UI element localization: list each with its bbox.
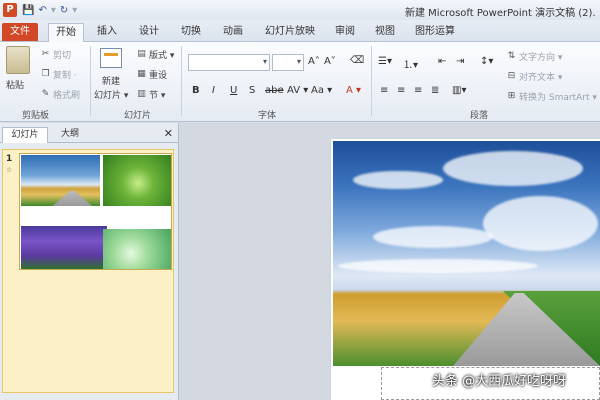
paste-icon[interactable] <box>6 46 30 74</box>
tab-view[interactable]: 视图 <box>370 23 400 42</box>
title-bar: P 💾 ↶ ▾ ↻ ▾ 新建 Microsoft PowerPoint 演示文稿… <box>0 0 600 20</box>
tab-home[interactable]: 开始 <box>48 23 84 43</box>
align-text-icon: ⊟ <box>507 71 516 81</box>
clipboard-group-label: 剪贴板 <box>22 111 50 121</box>
chevron-down-icon: ▾ <box>296 57 301 66</box>
shrink-font-button[interactable]: A˅ <box>324 56 336 67</box>
tab-file[interactable]: 文件 <box>2 23 38 41</box>
strikethrough-button[interactable]: abe <box>265 85 284 96</box>
chevron-down-icon: ▾ <box>262 57 267 66</box>
change-case-button[interactable]: Aa ▾ <box>311 85 332 96</box>
cloud-shape <box>338 259 538 273</box>
group-divider <box>90 46 91 116</box>
justify-icon[interactable]: ≣ <box>431 85 439 96</box>
bold-button[interactable]: B <box>192 85 200 96</box>
cloud-shape <box>483 196 598 251</box>
underline-button[interactable]: U <box>230 85 237 96</box>
grow-font-button[interactable]: A˄ <box>308 56 320 67</box>
ribbon-tabs: 文件 开始 插入 设计 切换 动画 幻灯片放映 审阅 视图 图形运算 <box>0 20 600 43</box>
tab-transitions[interactable]: 切换 <box>176 23 206 42</box>
watermark-text: 头条 @大西瓜好吃呀呀 <box>432 374 567 389</box>
layout-button[interactable]: ▤ 版式 ▾ <box>136 48 174 61</box>
group-divider <box>371 46 372 116</box>
cloud-shape <box>443 151 583 186</box>
smartart-icon: ⊞ <box>507 91 516 101</box>
group-divider <box>181 46 182 116</box>
quick-access-toolbar: 💾 ↶ ▾ ↻ ▾ <box>22 5 77 16</box>
road-image-thumb <box>21 155 100 206</box>
cloud-shape <box>353 171 443 189</box>
line-spacing-icon[interactable]: ↕▾ <box>480 56 493 67</box>
layout-icon: ▤ <box>137 49 146 59</box>
cloud-shape <box>373 226 493 248</box>
undo-icon[interactable]: ↶ <box>38 5 46 16</box>
section-icon: ▥ <box>137 89 146 99</box>
save-icon[interactable]: 💾 <box>22 5 34 16</box>
star-icon: ☆ <box>6 166 13 174</box>
font-size-combo[interactable]: ▾ <box>272 54 304 71</box>
shadow-button[interactable]: S <box>249 85 255 96</box>
slide-number: 1 <box>6 154 13 164</box>
bullets-icon[interactable]: ☰▾ <box>378 56 392 67</box>
text-direction-button[interactable]: ⇅ 文字方向 ▾ <box>506 50 563 63</box>
lavender-image-thumb <box>21 226 107 269</box>
increase-indent-icon[interactable]: ⇥ <box>456 56 464 67</box>
align-right-icon[interactable]: ≡ <box>414 85 422 96</box>
slide-thumbnail[interactable] <box>19 153 172 270</box>
copy-button[interactable]: ❐ 复制 · <box>40 68 76 81</box>
tab-design[interactable]: 设计 <box>134 23 164 42</box>
align-center-icon[interactable]: ≡ <box>397 85 405 96</box>
powerpoint-app-icon[interactable]: P <box>3 3 17 17</box>
tab-shape-ops[interactable]: 图形运算 <box>412 23 458 42</box>
clear-format-icon[interactable]: ⌫ <box>350 55 364 66</box>
panel-tabs: 幻灯片 大纲 ✕ <box>0 125 179 143</box>
align-text-button[interactable]: ⊟ 对齐文本 ▾ <box>506 70 563 83</box>
font-color-button[interactable]: A ▾ <box>346 85 361 96</box>
paste-button[interactable]: 粘贴 <box>6 78 24 91</box>
redo-icon[interactable]: ↻ <box>60 5 68 16</box>
reset-button[interactable]: ▦ 重设 <box>136 68 167 81</box>
tab-insert[interactable]: 插入 <box>92 23 122 42</box>
decrease-indent-icon[interactable]: ⇤ <box>438 56 446 67</box>
copy-icon: ❐ <box>41 69 50 79</box>
slides-group-label: 幻灯片 <box>124 111 152 121</box>
undo-dropdown-icon[interactable]: ▾ <box>51 5 56 16</box>
cut-button[interactable]: ✂ 剪切 <box>40 48 71 61</box>
columns-icon[interactable]: ▥▾ <box>452 85 466 96</box>
align-left-icon[interactable]: ≡ <box>380 85 388 96</box>
tab-slides-pane[interactable]: 幻灯片 <box>2 127 48 143</box>
paragraph-group-label: 段落 <box>470 111 489 121</box>
new-slide-button[interactable]: 新建 <box>102 74 120 87</box>
new-slide-dropdown[interactable]: 幻灯片 ▾ <box>94 88 128 101</box>
font-name-combo[interactable]: ▾ <box>188 54 270 71</box>
section-button[interactable]: ▥ 节 ▾ <box>136 88 165 101</box>
current-slide[interactable] <box>331 139 600 400</box>
tab-outline-pane[interactable]: 大纲 <box>50 127 90 143</box>
tab-slideshow[interactable]: 幻灯片放映 <box>262 23 318 42</box>
font-group-label: 字体 <box>258 111 277 121</box>
window-title: 新建 Microsoft PowerPoint 演示文稿 (2). <box>405 8 596 19</box>
customize-toolbar-icon[interactable]: ▾ <box>72 5 77 16</box>
char-spacing-button[interactable]: AV ▾ <box>287 85 308 96</box>
reset-icon: ▦ <box>137 69 146 79</box>
slide-thumbnail-selected[interactable]: 1 ☆ <box>2 149 174 393</box>
brush-icon: ✎ <box>41 89 50 99</box>
leaf-image-thumb <box>103 155 171 206</box>
water-image-thumb <box>103 229 171 269</box>
road-sky-image[interactable] <box>333 141 600 366</box>
numbering-icon[interactable]: ⒈▾ <box>403 56 418 71</box>
ribbon: 粘贴 ✂ 剪切 ❐ 复制 · ✎ 格式刷 剪贴板 新建 幻灯片 ▾ ▤ 版式 ▾ ▦ 重设… <box>0 42 600 122</box>
tab-animations[interactable]: 动画 <box>218 23 248 42</box>
slide-editor: 头条 @大西瓜好吃呀呀 <box>180 123 600 400</box>
smartart-button[interactable]: ⊞ 转换为 SmartArt ▾ <box>506 90 597 103</box>
tab-review[interactable]: 审阅 <box>330 23 360 42</box>
scissors-icon: ✂ <box>41 49 50 59</box>
text-direction-icon: ⇅ <box>507 51 516 61</box>
slides-panel: 幻灯片 大纲 ✕ 1 ☆ <box>0 123 179 400</box>
format-painter-button[interactable]: ✎ 格式刷 <box>40 88 80 101</box>
close-icon[interactable]: ✕ <box>164 127 173 140</box>
italic-button[interactable]: I <box>212 85 215 96</box>
new-slide-icon[interactable] <box>100 48 122 68</box>
